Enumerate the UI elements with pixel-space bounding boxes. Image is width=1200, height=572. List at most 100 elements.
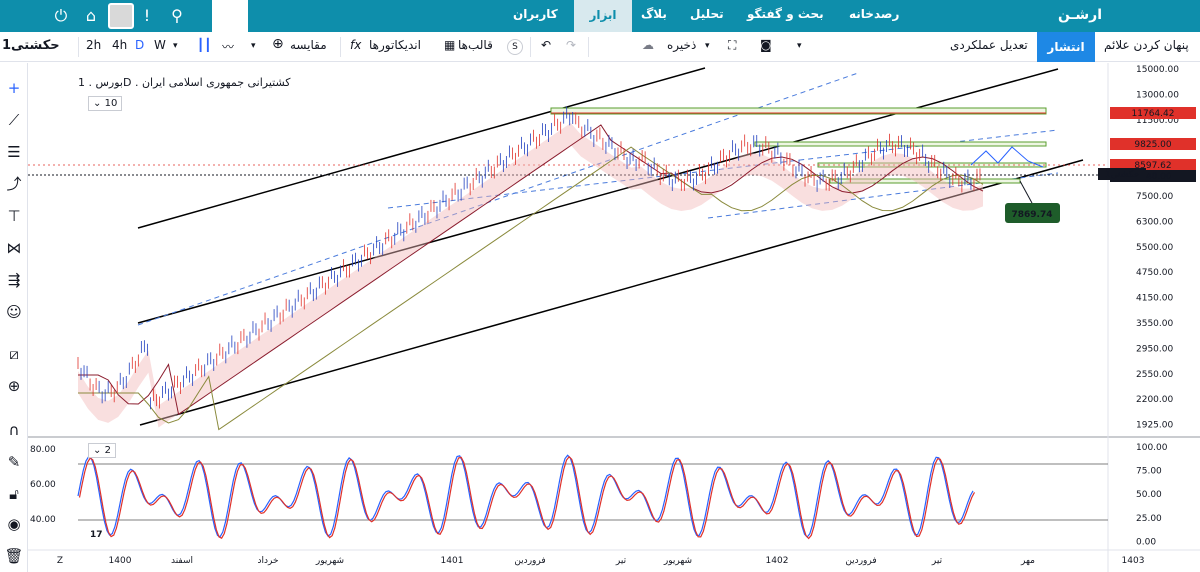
chart-area[interactable]: 15000.0013000.0011500.0010000.009000.007… bbox=[28, 63, 1200, 572]
candles-icon[interactable]: ┃┃ bbox=[197, 38, 211, 52]
search-icon[interactable]: ⚲ bbox=[166, 5, 188, 27]
symbol-tag: حکشتی1 bbox=[1105, 170, 1140, 180]
channel-upper-line bbox=[137, 67, 706, 229]
line-chart-icon[interactable]: 〰 bbox=[222, 38, 234, 55]
nav-item-observatory[interactable]: رصدخانه bbox=[849, 7, 899, 21]
nav-item-users[interactable]: کاربران bbox=[513, 7, 558, 21]
time-tick-label: تیر bbox=[615, 556, 627, 566]
time-tick-label: خرداد bbox=[257, 556, 278, 566]
tools-logo-icon bbox=[212, 0, 248, 32]
magnet-icon[interactable]: ∩ bbox=[3, 419, 25, 441]
alert-icon[interactable]: ! bbox=[136, 5, 158, 27]
price-tick-label: 4150.00 bbox=[1136, 294, 1173, 304]
interval-4h[interactable]: 4h bbox=[112, 38, 127, 52]
lock-drawing-icon[interactable]: ✎ bbox=[3, 451, 25, 473]
interval-2h[interactable]: 2h bbox=[86, 38, 101, 52]
redo-icon[interactable]: ↷ bbox=[566, 38, 576, 52]
osc-right-tick-label: 0.00 bbox=[1136, 537, 1156, 547]
top-nav: ⏻ ⌂ ! ⚲ کاربران ابزار بلاگ تحلیل بحث و گ… bbox=[0, 0, 1200, 32]
nav-item-discussion[interactable]: بحث و گفتگو bbox=[747, 7, 824, 21]
nav-item-blog[interactable]: بلاگ bbox=[641, 7, 667, 21]
compare-icon[interactable]: ⊕ bbox=[272, 36, 284, 52]
price-tick-label: 2950.00 bbox=[1136, 344, 1173, 354]
interval-dropdown-icon[interactable]: ▾ bbox=[173, 41, 178, 51]
osc-pane-control[interactable]: ⌄ 2 bbox=[88, 443, 116, 458]
chart-toolbar: حکشتی1 2h 4h D W ▾ ┃┃ 〰 ▾ ⊕ مقایسه fx ان… bbox=[0, 32, 1200, 62]
price-label-level2: 9825.00 bbox=[1134, 140, 1171, 150]
brush-icon[interactable]: ⊤ bbox=[3, 205, 25, 227]
chevron-down-icon: ⌄ bbox=[93, 445, 102, 456]
time-tick-label: تیر bbox=[931, 556, 943, 566]
time-tick-label: 1403 bbox=[1122, 556, 1145, 566]
emoji-icon[interactable]: ☺ bbox=[3, 301, 25, 323]
price-tick-label: 7500.00 bbox=[1136, 192, 1173, 202]
chart-canvas[interactable]: 15000.0013000.0011500.0010000.009000.007… bbox=[28, 63, 1200, 572]
camera-icon[interactable]: ◙ bbox=[760, 38, 772, 52]
hide-signs-button[interactable]: پنهان کردن علائم bbox=[1104, 38, 1189, 52]
nav-item-tools[interactable]: ابزار bbox=[574, 0, 632, 32]
home-icon[interactable]: ⌂ bbox=[80, 5, 102, 27]
eye-icon[interactable]: ◉ bbox=[3, 513, 25, 535]
zoom-icon[interactable]: ⊕ bbox=[3, 375, 25, 397]
fullscreen-icon[interactable]: ⛶ bbox=[728, 38, 736, 53]
avatar[interactable] bbox=[108, 3, 134, 29]
chart-type-dropdown-icon[interactable]: ▾ bbox=[251, 41, 256, 51]
drawing-toolbar: + ⟋ ☰ ⤴ ⊤ ⋈ ⇶ ☺ ⧄ ⊕ ∩ ✎ 🔓︎ ◉ 🗑︎ bbox=[0, 63, 28, 572]
time-tick-label: شهریور bbox=[315, 556, 344, 566]
measure-icon[interactable]: ⇶ bbox=[3, 269, 25, 291]
divider bbox=[530, 37, 531, 57]
price-label-level1: 11764.42 bbox=[1132, 109, 1175, 119]
osc-left-tick-label: 80.00 bbox=[30, 445, 56, 455]
target-label: 7869.74 bbox=[1012, 210, 1053, 220]
osc-right-tick-label: 50.00 bbox=[1136, 490, 1162, 500]
publish-button[interactable]: انتشار bbox=[1037, 32, 1095, 62]
trendline-icon[interactable]: ⟋ bbox=[3, 109, 25, 131]
performance-button[interactable]: تعدیل عملکردی bbox=[950, 38, 1028, 52]
chart-legend: بورس . 1D . کشتیرانی جمهوری اسلامی ایران bbox=[78, 76, 291, 89]
mid-zone bbox=[754, 141, 1047, 147]
price-tick-label: 4750.00 bbox=[1136, 268, 1173, 278]
price-tick-label: 2550.00 bbox=[1136, 370, 1173, 380]
price-tick-label: 3550.00 bbox=[1136, 319, 1173, 329]
interval-d[interactable]: D bbox=[135, 38, 144, 52]
power-icon[interactable]: ⏻ bbox=[50, 5, 72, 27]
time-tick-label: مهر bbox=[1020, 556, 1035, 566]
save-dropdown-icon[interactable]: ▾ bbox=[705, 41, 710, 51]
price-tick-label: 13000.00 bbox=[1136, 90, 1179, 100]
price-tick-label: 5500.00 bbox=[1136, 243, 1173, 253]
save-button[interactable]: ذخیره bbox=[667, 38, 696, 52]
indicators-icon[interactable]: fx bbox=[350, 38, 361, 52]
fib-icon[interactable]: ☰ bbox=[3, 141, 25, 163]
templates-button[interactable]: قالب‌ها bbox=[458, 38, 493, 52]
undo-icon[interactable]: ↶ bbox=[541, 38, 551, 52]
crosshair-icon[interactable]: + bbox=[3, 77, 25, 99]
trash-icon[interactable]: 🗑︎ bbox=[3, 545, 25, 567]
logo-text: ارشـن bbox=[1058, 7, 1103, 23]
osc-pane-count: 2 bbox=[104, 445, 111, 456]
corner-z-label: Z bbox=[57, 556, 63, 566]
ruler-icon[interactable]: ⧄ bbox=[3, 343, 25, 365]
osc-left-tick-label: 40.00 bbox=[30, 515, 56, 525]
time-tick-label: شهریور bbox=[663, 556, 692, 566]
projection-icon[interactable]: ⋈ bbox=[3, 237, 25, 259]
nav-item-analysis[interactable]: تحلیل bbox=[690, 7, 724, 21]
cloud-icon[interactable]: ☁ bbox=[642, 38, 654, 52]
compare-button[interactable]: مقایسه bbox=[290, 38, 327, 52]
time-tick-label: 1402 bbox=[766, 556, 789, 566]
osc-right-tick-label: 25.00 bbox=[1136, 514, 1162, 524]
s-badge[interactable]: S bbox=[507, 39, 523, 55]
price-tick-label: 15000.00 bbox=[1136, 65, 1179, 75]
target-leader-line bbox=[1019, 180, 1033, 204]
osc-left-tick-label: 60.00 bbox=[30, 480, 56, 490]
tradingview-watermark: 17 bbox=[90, 530, 103, 540]
interval-w[interactable]: W bbox=[154, 38, 166, 52]
price-tick-label: 6300.00 bbox=[1136, 217, 1173, 227]
pattern-icon[interactable]: ⤴ bbox=[3, 173, 25, 195]
indicators-button[interactable]: اندیکاتورها bbox=[369, 38, 421, 52]
main-pane-control[interactable]: ⌄ 10 bbox=[88, 96, 123, 111]
more-dropdown-icon[interactable]: ▾ bbox=[797, 41, 802, 51]
divider bbox=[340, 37, 341, 57]
symbol-name[interactable]: حکشتی1 bbox=[2, 38, 60, 53]
templates-icon[interactable]: ▦ bbox=[444, 38, 455, 52]
lock-icon[interactable]: 🔓︎ bbox=[3, 483, 25, 505]
